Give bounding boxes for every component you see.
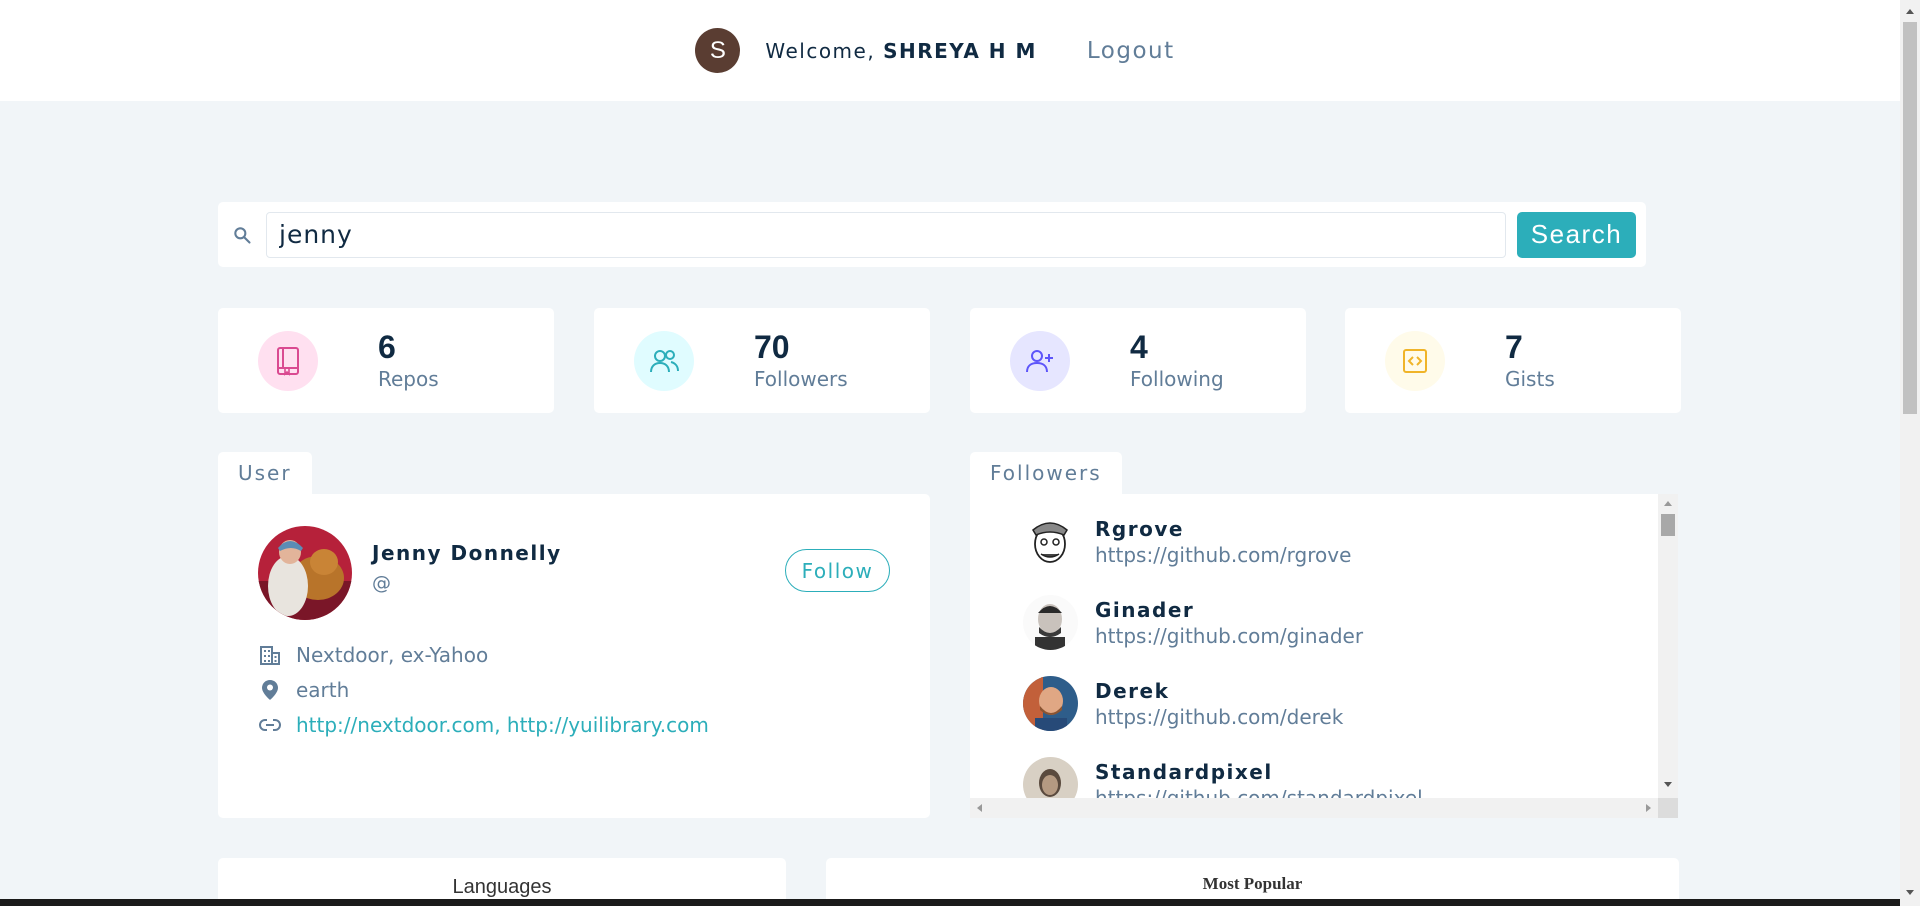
- follower-item[interactable]: Ginader https://github.com/ginader: [1023, 595, 1363, 650]
- followers-horizontal-scrollbar[interactable]: [970, 798, 1658, 818]
- follower-item[interactable]: Rgrove https://github.com/rgrove: [1023, 514, 1351, 569]
- follower-text: Ginader https://github.com/ginader: [1095, 598, 1363, 648]
- building-icon: [258, 643, 282, 667]
- user-card: Jenny Donnelly @ Follow Nextdoor, ex-Yah…: [218, 494, 930, 818]
- stat-card-gists: 7 Gists: [1345, 308, 1681, 413]
- scrollbar-corner: [1658, 798, 1678, 818]
- welcome-text: Welcome, SHREYA H M: [765, 39, 1037, 63]
- follower-item[interactable]: Derek https://github.com/derek: [1023, 676, 1343, 731]
- search-button[interactable]: Search: [1517, 211, 1636, 258]
- user-handle: @: [372, 572, 391, 594]
- search-form: Search: [218, 202, 1646, 267]
- stat-card-repos: 6 Repos: [218, 308, 554, 413]
- follower-text: Derek https://github.com/derek: [1095, 679, 1343, 729]
- user-full-name: Jenny Donnelly: [372, 541, 562, 565]
- most-popular-chart-title: Most Popular: [1202, 874, 1303, 893]
- welcome-prefix: Welcome,: [765, 38, 884, 63]
- avatar-letter: S: [709, 36, 726, 64]
- stat-card-following: 4 Following: [970, 308, 1306, 413]
- stat-value: 70: [754, 328, 790, 365]
- languages-chart-title: Languages: [452, 876, 552, 898]
- user-location-row: earth: [258, 678, 349, 702]
- follower-avatar: [1023, 514, 1078, 569]
- users-icon: [634, 330, 694, 391]
- stat-text: 6 Repos: [378, 328, 439, 392]
- followers-card-tab: Followers: [970, 452, 1122, 494]
- follower-text: Standardpixel https://github.com/standar…: [1095, 760, 1423, 799]
- follower-name: Ginader: [1095, 597, 1195, 622]
- follow-button[interactable]: Follow: [785, 549, 890, 592]
- stat-value: 4: [1130, 328, 1148, 365]
- follower-url[interactable]: https://github.com/rgrove: [1095, 543, 1351, 567]
- stat-text: 70 Followers: [754, 328, 848, 392]
- navbar-content: S Welcome, SHREYA H M Logout: [695, 28, 1174, 73]
- follower-name: Standardpixel: [1095, 759, 1273, 784]
- search-input[interactable]: [266, 211, 1506, 258]
- avatar: S: [695, 28, 741, 73]
- followers-vertical-scrollbar[interactable]: [1658, 494, 1678, 798]
- stat-text: 4 Following: [1130, 328, 1224, 392]
- user-card-tab-label: User: [238, 461, 292, 485]
- stat-label: Following: [1130, 367, 1224, 392]
- stat-card-followers: 70 Followers: [594, 308, 930, 413]
- stat-label: Followers: [754, 367, 848, 392]
- user-plus-icon: [1010, 330, 1070, 391]
- follower-name: Rgrove: [1095, 516, 1184, 541]
- user-blog-row: http://nextdoor.com, http://yuilibrary.c…: [258, 713, 709, 737]
- stat-value: 6: [378, 328, 396, 365]
- user-location: earth: [296, 678, 350, 702]
- follower-text: Rgrove https://github.com/rgrove: [1095, 517, 1351, 567]
- follower-avatar: [1023, 595, 1078, 650]
- logout-button[interactable]: Logout: [1087, 38, 1175, 64]
- stat-value: 7: [1505, 328, 1523, 365]
- follower-url[interactable]: https://github.com/standardpixel: [1095, 786, 1423, 799]
- welcome-user-name: SHREYA H M: [883, 38, 1037, 63]
- code-icon: [1385, 330, 1445, 391]
- follower-avatar: [1023, 676, 1078, 731]
- user-card-tab: User: [218, 452, 312, 494]
- follower-url[interactable]: https://github.com/derek: [1095, 705, 1343, 729]
- page-scrollbar[interactable]: [1900, 0, 1920, 906]
- followers-list[interactable]: Rgrove https://github.com/rgrove Ginader…: [970, 494, 1658, 798]
- location-pin-icon: [258, 678, 282, 702]
- stat-text: 7 Gists: [1505, 328, 1555, 392]
- follower-url[interactable]: https://github.com/ginader: [1095, 624, 1363, 648]
- user-blog-link[interactable]: http://nextdoor.com, http://yuilibrary.c…: [296, 713, 709, 737]
- top-navbar: S Welcome, SHREYA H M Logout: [0, 0, 1900, 101]
- user-avatar: [258, 526, 352, 620]
- stat-label: Gists: [1505, 367, 1555, 392]
- followers-card: Rgrove https://github.com/rgrove Ginader…: [970, 494, 1678, 818]
- followers-card-tab-label: Followers: [990, 461, 1102, 485]
- search-icon: [230, 223, 254, 247]
- link-icon: [258, 713, 282, 737]
- stat-label: Repos: [378, 367, 439, 392]
- user-company: Nextdoor, ex-Yahoo: [296, 643, 489, 667]
- repo-book-icon: [258, 330, 318, 391]
- follower-item[interactable]: Standardpixel https://github.com/standar…: [1023, 757, 1423, 798]
- follower-avatar: [1023, 757, 1078, 798]
- user-company-row: Nextdoor, ex-Yahoo: [258, 643, 488, 667]
- follower-name: Derek: [1095, 678, 1170, 703]
- os-taskbar-strip: [0, 899, 1900, 906]
